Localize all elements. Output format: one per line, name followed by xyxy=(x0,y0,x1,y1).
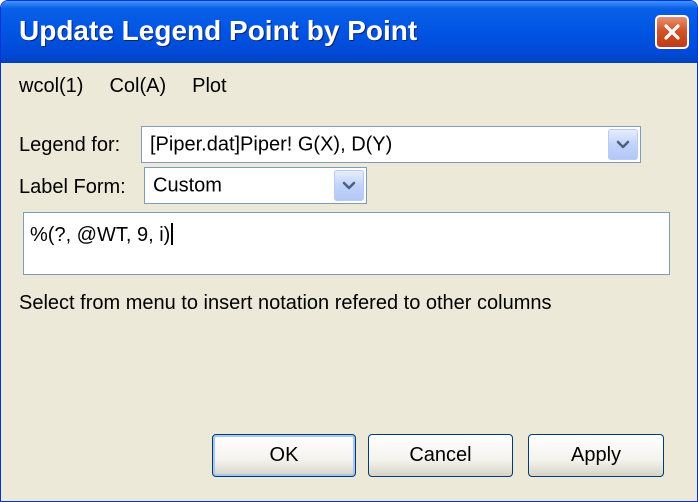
dialog-body: wcol(1) Col(A) Plot Legend for: [Piper.d… xyxy=(5,63,693,497)
legend-for-value: [Piper.dat]Piper! G(X), D(Y) xyxy=(150,133,393,155)
legend-for-label: Legend for: xyxy=(19,134,121,156)
close-icon xyxy=(664,24,680,40)
apply-button[interactable]: Apply xyxy=(528,434,664,477)
menu-bar: wcol(1) Col(A) Plot xyxy=(5,63,693,109)
label-form-dropdown-button[interactable] xyxy=(334,170,364,201)
dialog-window: Update Legend Point by Point wcol(1) Col… xyxy=(0,0,698,502)
text-caret xyxy=(171,223,174,245)
dialog-title: Update Legend Point by Point xyxy=(19,15,418,46)
ok-button[interactable]: OK xyxy=(212,434,356,477)
legend-for-dropdown-button[interactable] xyxy=(608,129,638,160)
label-form-value: Custom xyxy=(153,174,222,196)
chevron-down-icon xyxy=(616,140,630,148)
hint-text: Select from menu to insert notation refe… xyxy=(19,292,552,314)
menu-item-plot[interactable]: Plot xyxy=(182,75,236,98)
label-form-label: Label Form: xyxy=(19,176,126,198)
legend-for-dropdown[interactable]: [Piper.dat]Piper! G(X), D(Y) xyxy=(141,126,641,163)
title-bar[interactable]: Update Legend Point by Point xyxy=(1,1,697,63)
chevron-down-icon xyxy=(342,181,356,189)
cancel-button[interactable]: Cancel xyxy=(368,434,513,477)
expression-text: %(?, @WT, 9, i) xyxy=(30,224,171,246)
close-button[interactable] xyxy=(655,15,689,49)
label-form-dropdown[interactable]: Custom xyxy=(144,167,367,204)
menu-item-col[interactable]: Col(A) xyxy=(99,75,176,98)
expression-input[interactable]: %(?, @WT, 9, i) xyxy=(23,212,670,275)
menu-item-wcol[interactable]: wcol(1) xyxy=(9,75,93,98)
